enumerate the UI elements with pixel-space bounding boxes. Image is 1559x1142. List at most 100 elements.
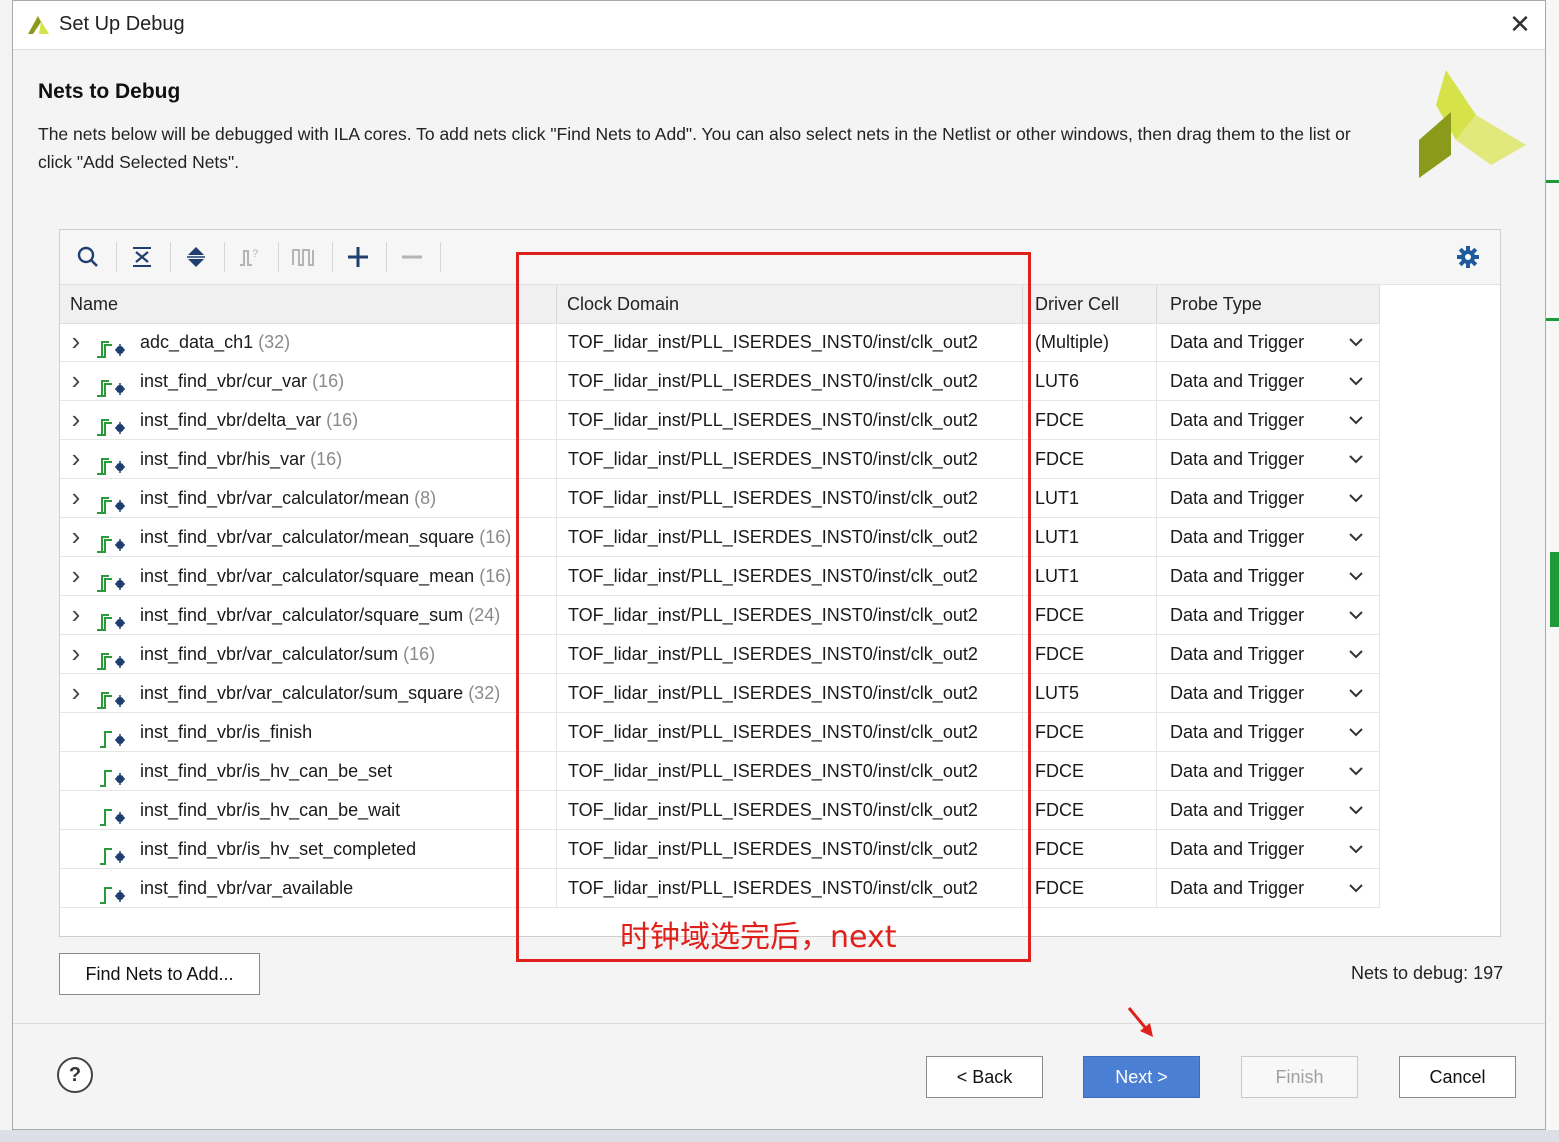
finish-button: Finish [1241,1056,1358,1098]
net-width: (32) [468,683,501,703]
chevron-down-icon[interactable] [1347,479,1365,517]
close-button[interactable]: ✕ [1505,9,1535,39]
cancel-button[interactable]: Cancel [1399,1056,1516,1098]
vivado-logo-icon [1419,70,1526,178]
bus-net-icon [96,372,130,397]
net-icon [96,801,130,826]
expand-arrow-icon[interactable]: › [68,401,84,437]
net-name-cell: inst_find_vbr/is_hv_can_be_wait [60,791,557,829]
probe-type-value: Data and Trigger [1170,371,1305,391]
probe-type-dropdown[interactable]: Data and Trigger [1157,362,1380,400]
collapse-all-icon[interactable] [126,241,158,273]
chevron-down-icon[interactable] [1347,752,1365,790]
expand-arrow-icon[interactable]: › [68,635,84,671]
vivado-app-icon [28,16,49,34]
net-name: inst_find_vbr/var_available [140,869,353,907]
expand-arrow-icon[interactable]: › [68,596,84,632]
net-width: (16) [326,410,359,430]
expand-all-icon[interactable] [180,241,212,273]
driver-cell: LUT6 [1023,362,1157,400]
help-button[interactable]: ? [57,1057,93,1093]
net-name: inst_find_vbr/is_hv_can_be_set [140,752,392,790]
net-width: (16) [403,644,436,664]
nets-to-debug-count: Nets to debug: 197 [1351,963,1504,983]
net-name: inst_find_vbr/is_hv_can_be_wait [140,791,400,829]
net-name-cell: › inst_find_vbr/var_calculator/sum (16) [60,635,557,673]
net-name-cell: › adc_data_ch1 (32) [60,323,557,361]
bus-net-icon [96,645,130,670]
net-width: (16) [310,449,343,469]
probe-type-value: Data and Trigger [1170,878,1305,898]
net-name-text: inst_find_vbr/var_available [140,878,354,898]
select-clock-domain-icon: ? [234,241,266,273]
probe-type-dropdown[interactable]: Data and Trigger [1157,635,1380,673]
probe-type-dropdown[interactable]: Data and Trigger [1157,557,1380,595]
probe-type-value: Data and Trigger [1170,800,1305,820]
probe-type-value: Data and Trigger [1170,644,1305,664]
add-icon[interactable] [342,241,374,273]
net-width: (16) [479,527,512,547]
chevron-down-icon[interactable] [1347,518,1365,556]
probe-type-dropdown[interactable]: Data and Trigger [1157,713,1380,751]
chevron-down-icon[interactable] [1347,791,1365,829]
driver-cell: FDCE [1023,752,1157,790]
column-header-driver-cell[interactable]: Driver Cell [1023,285,1157,323]
net-name-text: inst_find_vbr/is_hv_can_be_wait [140,800,401,820]
driver-cell: LUT1 [1023,479,1157,517]
background-decoration [1546,180,1559,183]
chevron-down-icon[interactable] [1347,557,1365,595]
net-name: inst_find_vbr/var_calculator/mean (8) [140,479,436,517]
expand-arrow-icon[interactable]: › [68,674,84,710]
probe-type-value: Data and Trigger [1170,605,1305,625]
expand-arrow-icon[interactable]: › [68,518,84,554]
expand-arrow-icon[interactable]: › [68,479,84,515]
driver-cell: LUT1 [1023,518,1157,556]
probe-type-dropdown[interactable]: Data and Trigger [1157,440,1380,478]
probe-type-dropdown[interactable]: Data and Trigger [1157,830,1380,868]
expand-arrow-icon[interactable]: › [68,557,84,593]
net-name-cell: inst_find_vbr/is_finish [60,713,557,751]
net-name-text: inst_find_vbr/var_calculator/square_sum [140,605,464,625]
probe-type-dropdown[interactable]: Data and Trigger [1157,869,1380,907]
column-header-probe-type[interactable]: Probe Type [1157,285,1380,323]
toolbar-separator [440,242,441,272]
probe-type-dropdown[interactable]: Data and Trigger [1157,401,1380,439]
chevron-down-icon[interactable] [1347,869,1365,907]
expand-arrow-icon[interactable]: › [68,323,84,359]
find-nets-to-add-button[interactable]: Find Nets to Add... [59,953,260,995]
expand-arrow-icon[interactable]: › [68,362,84,398]
column-header-name[interactable]: Name [60,285,557,323]
chevron-down-icon[interactable] [1347,362,1365,400]
chevron-down-icon[interactable] [1347,440,1365,478]
settings-gear-icon[interactable] [1452,241,1484,273]
probe-type-dropdown[interactable]: Data and Trigger [1157,674,1380,712]
net-name: inst_find_vbr/is_finish [140,713,312,751]
chevron-down-icon[interactable] [1347,596,1365,634]
chevron-down-icon[interactable] [1347,674,1365,712]
chevron-down-icon[interactable] [1347,401,1365,439]
probe-type-dropdown[interactable]: Data and Trigger [1157,479,1380,517]
probe-type-dropdown[interactable]: Data and Trigger [1157,518,1380,556]
probe-type-dropdown[interactable]: Data and Trigger [1157,323,1380,361]
search-icon[interactable] [72,241,104,273]
chevron-down-icon[interactable] [1347,713,1365,751]
chevron-down-icon[interactable] [1347,830,1365,868]
driver-cell: FDCE [1023,830,1157,868]
back-button[interactable]: < Back [926,1056,1043,1098]
expand-arrow-icon[interactable]: › [68,440,84,476]
probe-type-value: Data and Trigger [1170,722,1305,742]
probe-type-dropdown[interactable]: Data and Trigger [1157,596,1380,634]
next-button[interactable]: Next > [1083,1056,1200,1098]
probe-type-dropdown[interactable]: Data and Trigger [1157,752,1380,790]
chevron-down-icon[interactable] [1347,635,1365,673]
title-bar: Set Up Debug ✕ [13,1,1545,50]
probe-type-dropdown[interactable]: Data and Trigger [1157,791,1380,829]
chevron-down-icon[interactable] [1347,323,1365,361]
net-name-cell: › inst_find_vbr/var_calculator/square_mea… [60,557,557,595]
driver-cell: LUT5 [1023,674,1157,712]
toolbar-separator [224,242,225,272]
driver-cell: FDCE [1023,791,1157,829]
bus-net-icon [96,450,130,475]
net-name-cell: › inst_find_vbr/var_calculator/mean_squar… [60,518,557,556]
net-icon [96,723,130,748]
